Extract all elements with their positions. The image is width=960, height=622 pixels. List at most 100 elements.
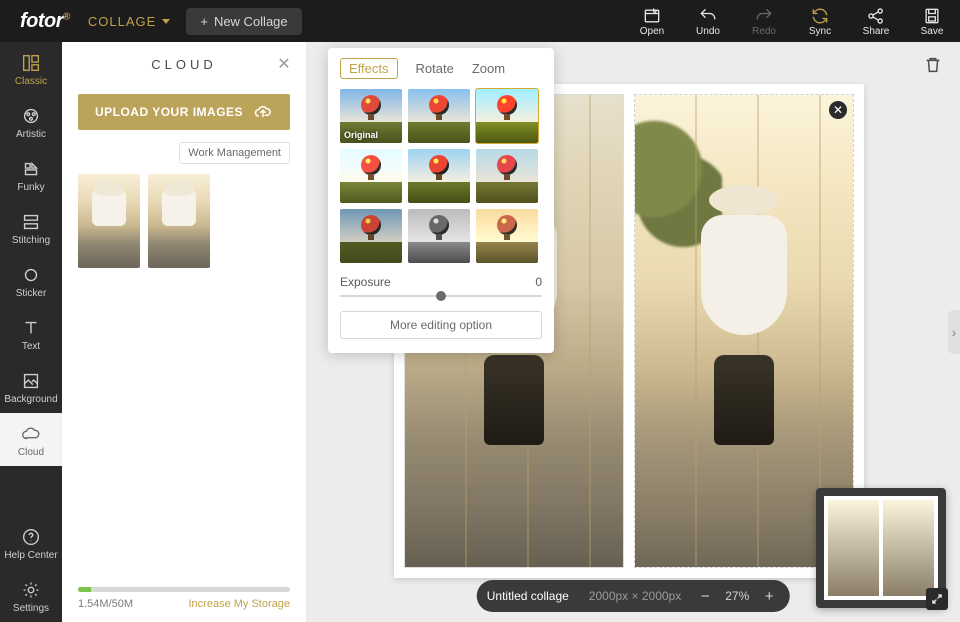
sync-button[interactable]: Sync: [792, 0, 848, 42]
help-icon: [20, 526, 42, 548]
close-icon: ✕: [277, 54, 294, 74]
effects-tabs: Effects Rotate Zoom: [340, 58, 542, 79]
effect-thumbnail[interactable]: [340, 149, 402, 203]
zoom-controls: − 27% +: [695, 586, 779, 606]
effect-thumbnail[interactable]: Original: [340, 89, 402, 143]
panel-title: CLOUD ✕: [62, 42, 306, 86]
effect-thumbnail[interactable]: [408, 149, 470, 203]
zoom-out-button[interactable]: −: [695, 586, 715, 606]
share-label: Share: [863, 26, 890, 37]
save-label: Save: [921, 26, 944, 37]
effect-thumbnail[interactable]: [408, 89, 470, 143]
effect-thumbnail[interactable]: [340, 209, 402, 263]
effect-thumbnail[interactable]: [476, 149, 538, 203]
photo-subject: [679, 185, 809, 445]
sticker-icon: [20, 264, 42, 286]
slider-knob[interactable]: [436, 291, 446, 301]
rail-stitching[interactable]: Stitching: [0, 201, 62, 254]
more-editing-button[interactable]: More editing option: [340, 311, 542, 339]
tab-rotate[interactable]: Rotate: [416, 61, 454, 76]
thumb-ground: [476, 242, 538, 263]
background-icon: [20, 370, 42, 392]
rail-text[interactable]: Text: [0, 307, 62, 360]
increase-storage-link[interactable]: Increase My Storage: [189, 598, 291, 610]
remove-photo-button[interactable]: ✕: [829, 101, 847, 119]
thumb-ground: [340, 182, 402, 203]
exposure-control: Exposure 0 More editing option: [340, 275, 542, 339]
collage-title[interactable]: Untitled collage: [487, 589, 575, 603]
balloon-icon: [429, 155, 449, 175]
brand-reg: ®: [63, 11, 70, 22]
work-management-button[interactable]: Work Management: [179, 142, 290, 164]
balloon-icon: [497, 155, 517, 175]
redo-icon: [754, 6, 774, 26]
panel-close-button[interactable]: ✕: [276, 54, 296, 74]
open-icon: [642, 6, 662, 26]
rail-settings[interactable]: Settings: [0, 569, 62, 622]
rail-background-label: Background: [4, 394, 57, 405]
trash-icon: [922, 54, 944, 76]
chevron-down-icon: [162, 19, 170, 24]
sync-icon: [810, 6, 830, 26]
save-icon: [922, 6, 942, 26]
rail-help[interactable]: Help Center: [0, 516, 62, 569]
storage-bar: [78, 587, 290, 592]
undo-button[interactable]: Undo: [680, 0, 736, 42]
redo-button[interactable]: Redo: [736, 0, 792, 42]
rail-classic[interactable]: Classic: [0, 42, 62, 95]
rail-funky[interactable]: Funky: [0, 148, 62, 201]
balloon-icon: [361, 155, 381, 175]
rail-cloud[interactable]: Cloud: [0, 413, 62, 466]
open-button[interactable]: Open: [624, 0, 680, 42]
rail-artistic[interactable]: Artistic: [0, 95, 62, 148]
mode-label: COLLAGE: [88, 14, 156, 29]
storage-used: 1.54M/50M: [78, 598, 133, 610]
effect-thumbnail[interactable]: [476, 209, 538, 263]
gear-icon: [20, 579, 42, 601]
rail-background[interactable]: Background: [0, 360, 62, 413]
upload-images-button[interactable]: UPLOAD YOUR IMAGES: [78, 94, 290, 130]
rail-stitching-label: Stitching: [12, 235, 50, 246]
rail-sticker[interactable]: Sticker: [0, 254, 62, 307]
effect-thumbnail[interactable]: [408, 209, 470, 263]
cloud-thumbnail[interactable]: [78, 174, 140, 268]
brand-name: fotor: [20, 10, 63, 32]
canvas-area: ✕ Effects Rotate Zoom Original Exposure …: [306, 42, 960, 622]
thumb-ground: [408, 182, 470, 203]
delete-button[interactable]: [922, 54, 944, 76]
tab-effects[interactable]: Effects: [340, 58, 398, 79]
cloud-icon: [20, 423, 42, 445]
collage-dimensions: 2000px × 2000px: [589, 589, 681, 603]
open-label: Open: [640, 26, 664, 37]
text-icon: [20, 317, 42, 339]
upload-cloud-icon: [253, 102, 273, 122]
cloud-thumbnail[interactable]: [148, 174, 210, 268]
tab-zoom[interactable]: Zoom: [472, 61, 505, 76]
balloon-icon: [497, 95, 517, 115]
zoom-in-button[interactable]: +: [759, 586, 779, 606]
exposure-label: Exposure: [340, 275, 391, 289]
app-root: fotor® COLLAGE + New Collage Open Undo R…: [0, 0, 960, 622]
new-collage-button[interactable]: + New Collage: [186, 8, 301, 35]
storage-meter: 1.54M/50M Increase My Storage: [62, 587, 306, 622]
right-panel-toggle[interactable]: [948, 310, 960, 354]
share-button[interactable]: Share: [848, 0, 904, 42]
expand-preview-button[interactable]: [926, 588, 948, 610]
top-bar: fotor® COLLAGE + New Collage Open Undo R…: [0, 0, 960, 42]
rail-artistic-label: Artistic: [16, 129, 46, 140]
effects-popup: Effects Rotate Zoom Original Exposure 0 …: [328, 48, 554, 353]
thumb-ground: [476, 122, 538, 143]
effect-thumbnail[interactable]: [476, 89, 538, 143]
rail-classic-label: Classic: [15, 76, 47, 87]
status-bar: Untitled collage 2000px × 2000px − 27% +: [477, 580, 790, 612]
exposure-slider[interactable]: [340, 295, 542, 297]
upload-label: UPLOAD YOUR IMAGES: [95, 105, 243, 119]
brand-logo: fotor®: [0, 10, 88, 33]
mini-preview[interactable]: [816, 488, 946, 608]
mode-dropdown[interactable]: COLLAGE: [88, 14, 186, 29]
cloud-panel: CLOUD ✕ UPLOAD YOUR IMAGES Work Manageme…: [62, 42, 306, 622]
thumb-ground: [408, 242, 470, 263]
save-button[interactable]: Save: [904, 0, 960, 42]
sync-label: Sync: [809, 26, 831, 37]
grid-icon: [20, 52, 42, 74]
